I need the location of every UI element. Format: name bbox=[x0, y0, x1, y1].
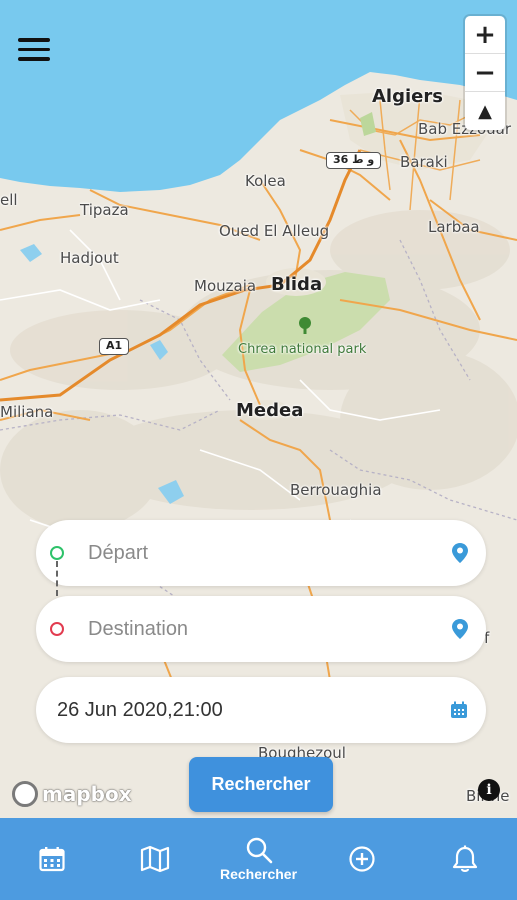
calendar-picker-icon[interactable] bbox=[450, 701, 468, 719]
search-button[interactable]: Rechercher bbox=[189, 757, 333, 812]
place-label: Mouzaia bbox=[194, 277, 257, 295]
road-shield-a1: A1 bbox=[99, 338, 130, 355]
place-label: Larbaa bbox=[428, 218, 480, 236]
nav-item-label: Rechercher bbox=[219, 866, 298, 882]
place-label: Hadjout bbox=[60, 249, 119, 267]
datetime-field[interactable]: 26 Jun 2020,21:00 bbox=[36, 677, 486, 743]
bell-icon bbox=[453, 845, 478, 872]
place-label: Baraki bbox=[400, 153, 448, 171]
add-circle-icon bbox=[349, 846, 375, 872]
location-pin-icon bbox=[452, 543, 468, 563]
zoom-in-button[interactable]: + bbox=[465, 16, 505, 54]
place-label: Oued El Alleug bbox=[219, 222, 330, 240]
road-shield-36: 36 و ط bbox=[326, 152, 382, 169]
place-label: Blida bbox=[271, 274, 323, 295]
calendar-icon bbox=[39, 847, 65, 872]
search-icon bbox=[246, 837, 272, 864]
place-label: Berrouaghia bbox=[290, 481, 382, 499]
destination-field[interactable]: Destination bbox=[36, 596, 486, 662]
compass-button[interactable]: ▲ bbox=[465, 92, 505, 130]
place-label: ell bbox=[0, 191, 18, 209]
depart-field[interactable]: Départ bbox=[36, 520, 486, 586]
nav-item-search[interactable]: Rechercher bbox=[207, 818, 310, 900]
destination-dot-icon bbox=[50, 622, 64, 636]
bottom-navigation: Rechercher bbox=[0, 818, 517, 900]
zoom-controls: + − ▲ bbox=[465, 16, 505, 130]
place-label: Miliana bbox=[0, 403, 54, 421]
nav-item-calendar[interactable] bbox=[0, 818, 103, 900]
depart-placeholder: Départ bbox=[88, 541, 149, 564]
zoom-out-button[interactable]: − bbox=[465, 54, 505, 92]
nav-item-map[interactable] bbox=[103, 818, 206, 900]
nav-item-notifications[interactable] bbox=[414, 818, 517, 900]
place-label: Kolea bbox=[245, 172, 286, 190]
nav-item-add[interactable] bbox=[310, 818, 413, 900]
location-pin-icon bbox=[452, 619, 468, 639]
place-label: Algiers bbox=[372, 86, 443, 107]
menu-button[interactable] bbox=[18, 38, 50, 62]
info-button[interactable]: i bbox=[478, 779, 500, 801]
mapbox-logo: mapbox bbox=[12, 781, 132, 807]
menu-icon bbox=[18, 38, 50, 42]
place-label: Medea bbox=[236, 400, 304, 421]
datetime-value: 26 Jun 2020,21:00 bbox=[57, 698, 223, 721]
destination-placeholder: Destination bbox=[88, 617, 189, 640]
place-label: Tipaza bbox=[80, 201, 129, 219]
map-icon bbox=[141, 845, 170, 873]
place-label: Chrea national park bbox=[238, 342, 367, 357]
depart-dot-icon bbox=[50, 546, 64, 560]
mapbox-icon bbox=[12, 781, 38, 807]
